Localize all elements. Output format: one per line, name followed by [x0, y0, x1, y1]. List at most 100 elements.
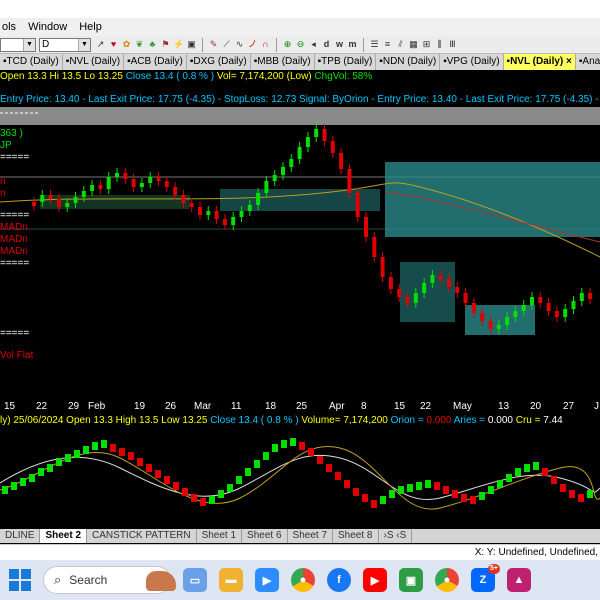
- ind-close: Close 13.4 ( 0.8 % ): [210, 415, 299, 426]
- tab-tcd[interactable]: ▪TCD (Daily): [0, 54, 63, 70]
- list-icon[interactable]: ≡: [382, 39, 393, 50]
- grid-icon[interactable]: ☰: [369, 39, 380, 50]
- x-axis-tick: 25: [296, 401, 308, 412]
- indicator-block: [263, 452, 269, 460]
- ind-cru-val: 7.44: [543, 415, 563, 426]
- facebook-icon[interactable]: f: [327, 568, 351, 592]
- tab-tpb[interactable]: ▪TPB (Daily): [315, 54, 377, 70]
- layout-icon[interactable]: ⊞: [421, 39, 432, 50]
- indicator-block: [65, 454, 71, 462]
- info-hi: Hi 13.5: [49, 71, 82, 82]
- curve-icon[interactable]: ∿: [234, 39, 245, 50]
- task-view-icon[interactable]: ▭: [183, 568, 207, 592]
- interval-m-icon[interactable]: m: [347, 39, 358, 50]
- price-chart[interactable]: [0, 107, 600, 407]
- file-explorer-icon[interactable]: ▬: [219, 568, 243, 592]
- chevron-down-icon[interactable]: ▼: [23, 38, 35, 51]
- symbol-combo[interactable]: ▼: [0, 37, 36, 52]
- sheet-6[interactable]: Sheet 6: [242, 529, 288, 543]
- indicator-block: [29, 474, 35, 482]
- fib-icon[interactable]: ⫽: [395, 39, 406, 50]
- sheet-8[interactable]: Sheet 8: [333, 529, 379, 543]
- sheet-1[interactable]: Sheet 1: [197, 529, 243, 543]
- candle-body: [90, 185, 95, 191]
- x-axis-tick: 22: [420, 401, 432, 412]
- side-label: Vol Flat: [0, 350, 34, 361]
- indicator-block: [299, 442, 305, 450]
- photos-icon[interactable]: ▣: [399, 568, 423, 592]
- youtube-icon[interactable]: ▶: [363, 568, 387, 592]
- candle-body: [173, 187, 178, 195]
- info-lo: Lo 13.25: [83, 71, 123, 82]
- columns-icon[interactable]: ⫼: [434, 39, 445, 50]
- side-label: =====: [0, 258, 30, 269]
- line-tool-icon[interactable]: ⟋: [221, 39, 232, 50]
- arrow-left-icon[interactable]: ◂: [308, 39, 319, 50]
- candle-body: [264, 181, 269, 193]
- pencil-icon[interactable]: ✎: [208, 39, 219, 50]
- sheet-2[interactable]: Sheet 2: [40, 529, 88, 543]
- candle-body: [530, 297, 534, 305]
- interval-combo[interactable]: D ▼: [39, 37, 91, 52]
- chevron-down-icon[interactable]: ▼: [78, 38, 90, 51]
- candle-body: [214, 211, 219, 219]
- tab-dxg[interactable]: ▪DXG (Daily): [187, 54, 251, 70]
- indicator-block: [191, 494, 197, 502]
- sheet-dline[interactable]: DLINE: [0, 529, 41, 543]
- zoom-in-icon[interactable]: ⊕: [282, 39, 293, 50]
- x-axis-tick: 11: [231, 401, 242, 412]
- indicator-block: [56, 458, 62, 466]
- flower-icon[interactable]: ✿: [121, 39, 132, 50]
- brush-icon[interactable]: ノ: [247, 39, 258, 50]
- zoom-out-icon[interactable]: ⊖: [295, 39, 306, 50]
- ind-aries-label: Aries =: [453, 415, 486, 426]
- interval-d-icon[interactable]: d: [321, 39, 332, 50]
- indicator-chart[interactable]: [0, 428, 600, 528]
- pin-icon[interactable]: ⚑: [160, 39, 171, 50]
- leaf-icon[interactable]: ❦: [134, 39, 145, 50]
- candle-body: [554, 311, 559, 317]
- line-chart-icon[interactable]: ↗: [95, 39, 106, 50]
- menu-help[interactable]: Help: [77, 21, 104, 33]
- chrome-icon[interactable]: ●: [291, 568, 315, 592]
- tree-icon[interactable]: ♣: [147, 39, 158, 50]
- tab-ndn[interactable]: ▪NDN (Daily): [376, 54, 441, 70]
- indicator-block: [515, 468, 521, 476]
- candle-body: [247, 205, 252, 211]
- candle-body: [256, 193, 261, 205]
- zalo-icon[interactable]: Z 5+: [471, 564, 500, 592]
- sheet-canstick[interactable]: CANSTICK PATTERN: [87, 529, 197, 543]
- indicator-block: [2, 486, 8, 494]
- bars-icon[interactable]: Ⅲ: [447, 39, 458, 50]
- heart-icon[interactable]: ♥: [108, 39, 119, 50]
- tab-label: TPB (Daily): [321, 56, 373, 67]
- magnet-icon[interactable]: ∩: [260, 39, 271, 50]
- sheet-scroll[interactable]: ›S ‹S: [379, 529, 413, 543]
- sheet-7[interactable]: Sheet 7: [288, 529, 334, 543]
- zoom-icon[interactable]: ▶: [255, 568, 279, 592]
- candle-body: [231, 217, 236, 225]
- amibroker-icon[interactable]: ▲: [507, 568, 531, 592]
- box-icon[interactable]: ▣: [186, 39, 197, 50]
- tab-nvl-active[interactable]: ▪NVL (Daily) ×: [503, 54, 576, 70]
- chrome-profile-icon[interactable]: ●: [435, 568, 459, 592]
- chart-type-icon[interactable]: ▦: [408, 39, 419, 50]
- interval-w-icon[interactable]: w: [334, 39, 345, 50]
- candle-body: [513, 311, 518, 317]
- tab-acb[interactable]: ▪ACB (Daily): [124, 54, 187, 70]
- tab-vpg[interactable]: ▪VPG (Daily): [440, 54, 504, 70]
- tab-analysis1[interactable]: ▪Analysis1: [576, 54, 600, 70]
- x-axis-tick: Apr: [329, 401, 345, 412]
- bolt-icon[interactable]: ⚡: [173, 39, 184, 50]
- indicator-block: [20, 478, 26, 486]
- indicator-block: [434, 482, 440, 490]
- close-icon[interactable]: ×: [566, 56, 572, 67]
- menu-tools[interactable]: ols: [0, 21, 18, 33]
- tab-mbb[interactable]: ▪MBB (Daily): [251, 54, 315, 70]
- windows-start-icon[interactable]: [9, 569, 31, 591]
- menu-window[interactable]: Window: [26, 21, 69, 33]
- side-label: n: [0, 188, 6, 199]
- taskbar-search[interactable]: ⌕ Search: [43, 566, 176, 594]
- candle-body: [380, 257, 385, 277]
- tab-nvl-1[interactable]: ▪NVL (Daily): [63, 54, 125, 70]
